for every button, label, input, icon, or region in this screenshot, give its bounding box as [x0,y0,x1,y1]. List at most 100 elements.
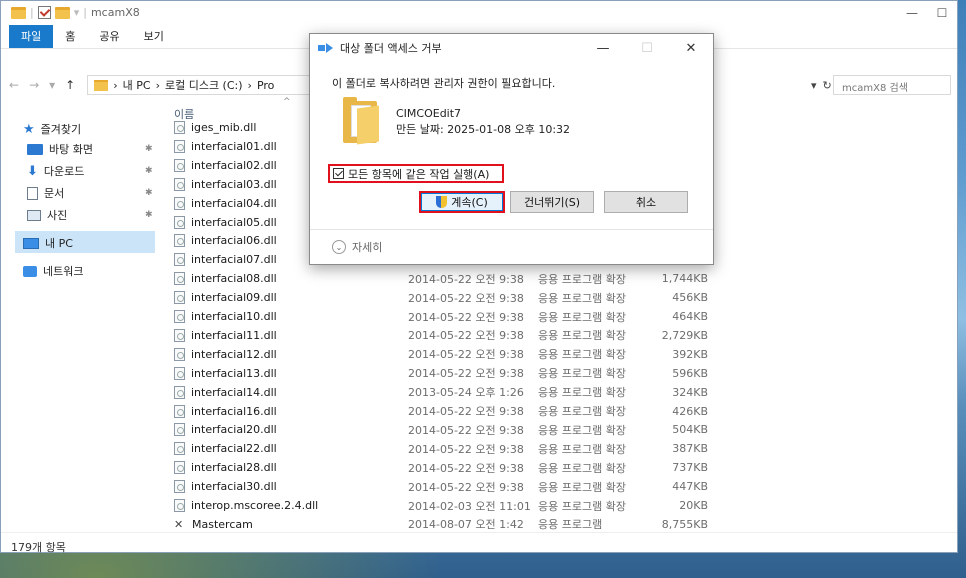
up-arrow-icon[interactable]: ↑ [65,78,75,92]
pin-icon: ✱ [145,210,153,220]
tab-file[interactable]: 파일 [9,25,54,48]
file-date: 2014-08-07 오전 1:42 [408,518,524,532]
breadcrumb-this-pc[interactable]: 내 PC [123,77,151,93]
nav-item-downloads[interactable]: ⬇ 다운로드 ✱ [27,163,153,179]
chevron-right-icon[interactable]: › [113,79,117,92]
file-row[interactable]: interfacial08.dll 2014-05-22 오전 9:38 응용 프로… [174,269,734,288]
file-row[interactable]: interfacial12.dll 2014-05-22 오전 9:38 응용 프로… [174,345,734,364]
tab-share[interactable]: 공유 [87,25,131,48]
minimize-button[interactable]: — [897,1,927,25]
file-row[interactable]: interfacial30.dll 2014-05-22 오전 9:38 응용 프로… [174,477,734,496]
file-type: 응용 프로그램 확장 [538,367,626,381]
file-name: interfacial28.dll [191,461,277,475]
file-size: 8,755KB [661,517,708,531]
file-row[interactable]: interfacial22.dll 2014-05-22 오전 9:38 응용 프로… [174,439,734,458]
file-row[interactable]: interfacial13.dll 2014-05-22 오전 9:38 응용 프로… [174,364,734,383]
nav-item-pictures[interactable]: 사진 ✱ [27,207,153,223]
forward-arrow-icon[interactable]: → [29,78,39,92]
item-count: 179개 항목 [11,541,66,554]
file-date: 2014-02-03 오전 11:01 [408,499,531,513]
file-type: 응용 프로그램 확장 [538,480,626,494]
checkbox-checked-icon[interactable] [333,168,344,179]
dialog-message: 이 폴더로 복사하려면 관리자 권한이 필요합니다. [332,77,556,90]
back-arrow-icon[interactable]: ← [9,78,19,92]
nav-item-documents[interactable]: 문서 ✱ [27,185,153,201]
breadcrumb-program-files[interactable]: Pro [257,79,274,92]
file-size: 456KB [672,291,708,305]
folder-icon [343,97,379,145]
file-date: 2014-05-22 오전 9:38 [408,272,524,286]
file-row[interactable]: interfacial16.dll 2014-05-22 오전 9:38 응용 프로… [174,402,734,421]
file-date: 2014-05-22 오전 9:38 [408,329,524,343]
file-name: interfacial30.dll [191,480,277,494]
dll-file-icon [174,196,185,210]
tab-view[interactable]: 보기 [132,25,176,48]
file-type: 응용 프로그램 확장 [538,291,626,305]
customize-dropdown-icon[interactable]: ▾ [74,6,80,19]
file-size: 447KB [672,480,708,494]
recent-dropdown-icon[interactable]: ▾ [49,78,55,92]
do-for-all-checkbox[interactable]: 모든 항목에 같은 작업 실행(A) [328,164,504,183]
file-row[interactable]: interfacial09.dll 2014-05-22 오전 9:38 응용 프로… [174,288,734,307]
chevron-right-icon[interactable]: › [248,79,252,92]
address-dropdown-icon[interactable]: ▾ [811,79,817,92]
dll-file-icon [174,366,185,380]
file-date: 2014-05-22 오전 9:38 [408,348,524,362]
dll-file-icon [174,310,185,323]
details-toggle[interactable]: ⌄ 자세히 [332,239,382,255]
dll-file-icon [174,442,185,456]
file-name: interfacial10.dll [191,310,277,323]
file-type: 응용 프로그램 확장 [538,386,626,400]
file-name: interop.mscoree.2.4.dll [191,499,319,512]
file-date: 2014-05-22 오전 9:38 [408,291,524,305]
do-for-all-label[interactable]: 모든 항목에 같은 작업 실행(A) [348,166,489,182]
network-icon [23,265,37,277]
nav-label: 사진 [47,209,68,222]
nav-label: 즐겨찾기 [40,123,82,136]
file-size: 464KB [672,310,708,323]
file-size: 504KB [672,423,708,437]
dll-file-icon [174,347,185,361]
item-created-date: 만든 날짜: 2025-01-08 오후 10:32 [396,123,571,136]
breadcrumb-local-disk[interactable]: 로컬 디스크 (C:) [165,77,243,93]
separator: | [30,6,34,19]
nav-item-network[interactable]: 네트워크 [23,263,83,279]
nav-item-desktop[interactable]: 바탕 화면 ✱ [27,141,153,157]
file-row[interactable]: interfacial28.dll 2014-05-22 오전 9:38 응용 프로… [174,458,734,477]
folder-icon[interactable] [11,6,26,19]
skip-button[interactable]: 건너뛰기(S) [510,191,594,213]
title-bar: | ▾ | mcamX8 — ☐ [1,1,957,25]
uac-shield-icon [436,196,448,208]
new-folder-icon[interactable] [54,6,70,19]
dialog-close-button[interactable]: ✕ [669,34,713,62]
sort-up-icon: ^ [283,97,291,107]
dialog-minimize-button[interactable]: — [581,34,625,62]
file-date: 2014-05-22 오전 9:38 [408,480,524,494]
chevron-right-icon[interactable]: › [156,79,160,92]
computer-icon [23,237,39,249]
nav-item-quick-access[interactable]: ★ 즐겨찾기 [23,121,81,137]
dll-file-icon [174,158,185,172]
file-size: 1,744KB [661,272,708,286]
file-row[interactable]: interfacial20.dll 2014-05-22 오전 9:38 응용 프로… [174,420,734,439]
nav-item-this-pc[interactable]: 내 PC [23,235,73,251]
file-row[interactable]: interfacial14.dll 2013-05-24 오후 1:26 응용 프로… [174,383,734,402]
maximize-button[interactable]: ☐ [927,1,957,25]
search-input[interactable]: mcamX8 검색 [833,75,951,95]
file-size: 387KB [672,442,708,456]
file-name: interfacial22.dll [191,442,277,456]
refresh-icon[interactable]: ↻ [823,79,832,92]
nav-label: 바탕 화면 [49,143,93,156]
file-row[interactable]: interfacial10.dll 2014-05-22 오전 9:38 응용 프로… [174,307,734,326]
file-name: interfacial14.dll [191,385,277,399]
dialog-title-bar: 대상 폴더 액세스 거부 [318,40,442,56]
cancel-button[interactable]: 취소 [604,191,688,213]
tab-home[interactable]: 홈 [53,25,87,48]
continue-button[interactable]: 계속(C) [419,191,505,213]
chevron-down-icon[interactable]: ⌄ [332,240,346,254]
file-row[interactable]: interfacial11.dll 2014-05-22 오전 9:38 응용 프로… [174,326,734,345]
file-date: 2014-05-22 오전 9:38 [408,405,524,418]
file-row[interactable]: interop.mscoree.2.4.dll 2014-02-03 오전 11:… [174,496,734,515]
dll-file-icon [174,499,185,512]
properties-icon[interactable] [37,6,51,19]
